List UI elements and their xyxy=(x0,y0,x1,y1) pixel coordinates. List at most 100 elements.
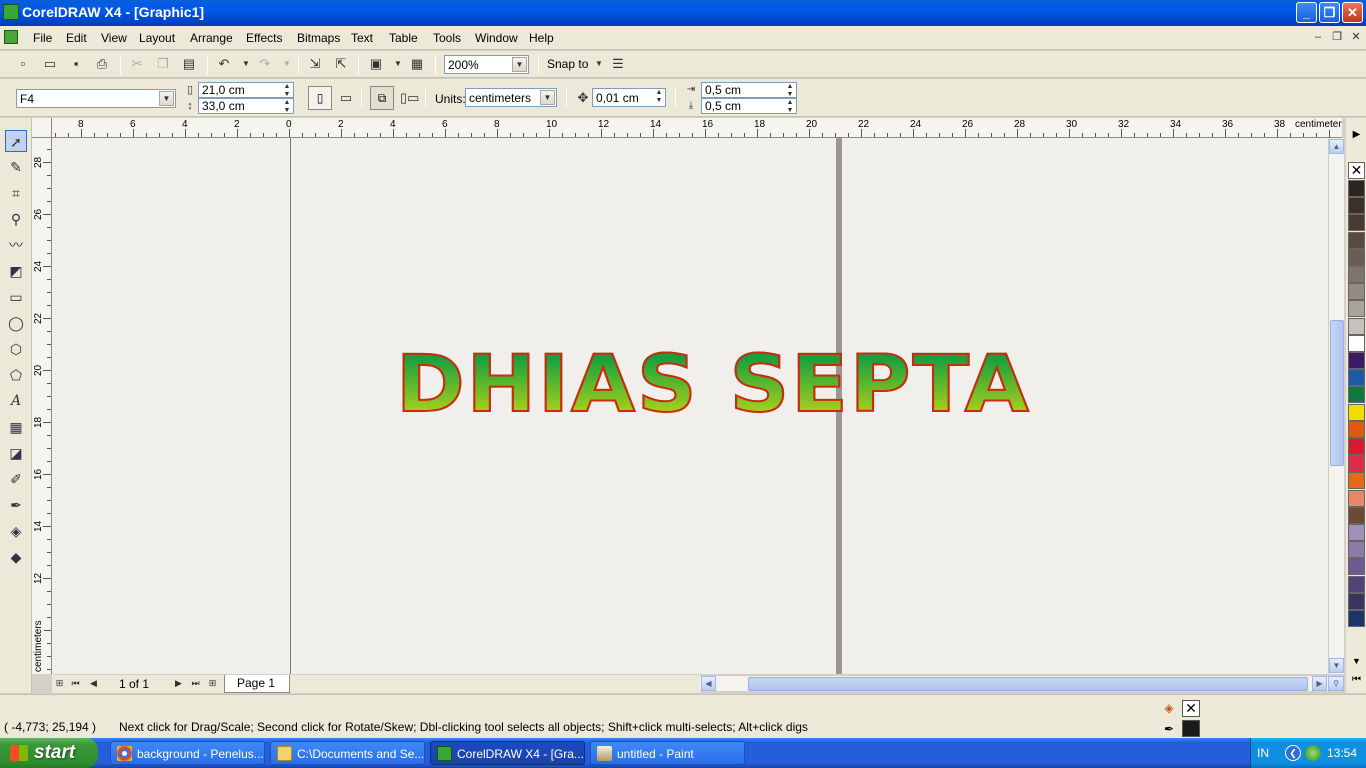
start-button[interactable]: start xyxy=(0,738,98,768)
color-swatch[interactable] xyxy=(1348,386,1365,404)
fill-tool-icon[interactable]: ◈ xyxy=(5,520,27,542)
drawing-canvas[interactable]: DHIAS SEPTA xyxy=(52,138,1328,674)
color-swatch[interactable] xyxy=(1348,197,1365,215)
welcome-screen-icon[interactable]: ▦ xyxy=(409,56,425,72)
color-swatch[interactable] xyxy=(1348,489,1365,507)
first-page-icon[interactable]: ⏮ xyxy=(69,677,82,690)
menu-text[interactable]: Text xyxy=(351,31,373,45)
scroll-up-icon[interactable]: ▲ xyxy=(1329,139,1344,154)
show-hidden-icons-icon[interactable]: ❮ xyxy=(1285,745,1301,761)
smart-fill-tool-icon[interactable]: ◩ xyxy=(5,260,27,282)
horizontal-ruler[interactable]: 8 6 4 2 0 2 4 6 8 10 12 14 16 18 20 22 24 26 28 30 32 34 36 38 c… xyxy=(52,118,1342,138)
dup-y-spin-icon[interactable]: ▲ ▼ xyxy=(785,99,795,113)
color-swatch[interactable] xyxy=(1348,180,1365,197)
palette-scroll-up-icon[interactable]: ▶ xyxy=(1348,126,1365,143)
menu-bitmaps[interactable]: Bitmaps xyxy=(297,31,340,45)
vertical-ruler[interactable]: 28262422201816141210centimeters xyxy=(32,138,52,674)
menu-window[interactable]: Window xyxy=(475,31,518,45)
task-chrome[interactable]: background - Penelus... xyxy=(110,741,265,765)
fill-none-swatch[interactable]: ✕ xyxy=(1182,700,1200,717)
snap-to-label[interactable]: Snap to xyxy=(547,57,588,71)
polygon-tool-icon[interactable]: ⬡ xyxy=(5,338,27,360)
zoom-tool-icon[interactable]: ⚲ xyxy=(5,208,27,230)
page-height-input[interactable]: 33,0 cm ▲ ▼ xyxy=(198,98,294,114)
page-tab[interactable]: Page 1 xyxy=(224,675,291,693)
add-page-before-icon[interactable]: ⊞ xyxy=(53,677,66,690)
close-button[interactable]: ✕ xyxy=(1342,2,1363,23)
menu-arrange[interactable]: Arrange xyxy=(190,31,233,45)
doc-close-button[interactable]: ✕ xyxy=(1349,30,1363,44)
paper-type-combo[interactable]: F4 ▼ xyxy=(16,89,176,108)
last-page-icon[interactable]: ⏭ xyxy=(189,677,202,690)
snap-dropdown-icon[interactable]: ▼ xyxy=(591,56,607,72)
menu-effects[interactable]: Effects xyxy=(246,31,282,45)
chevron-down-icon[interactable]: ▼ xyxy=(512,57,527,72)
menu-layout[interactable]: Layout xyxy=(139,31,175,45)
clock[interactable]: 13:54 xyxy=(1327,746,1357,760)
table-tool-icon[interactable]: ▦ xyxy=(5,416,27,438)
horizontal-scrollbar[interactable]: ◀ ▶ xyxy=(700,675,1328,691)
color-swatch[interactable] xyxy=(1348,352,1365,369)
color-swatch[interactable] xyxy=(1348,317,1365,335)
current-page-button[interactable]: ▯▭ xyxy=(400,90,419,106)
color-swatch[interactable] xyxy=(1348,300,1365,318)
color-swatch[interactable] xyxy=(1348,266,1365,283)
paste-icon[interactable]: ▤ xyxy=(181,56,197,72)
palette-scroll-down-icon[interactable]: ▼ xyxy=(1348,656,1365,670)
import-icon[interactable]: ⇲ xyxy=(307,56,323,72)
vertical-scrollbar[interactable]: ▲ ▼ xyxy=(1328,138,1344,674)
height-spin-icon[interactable]: ▲ ▼ xyxy=(282,99,292,113)
redo-icon[interactable]: ↷ xyxy=(257,56,273,72)
color-swatch[interactable] xyxy=(1348,231,1365,249)
doc-minimize-button[interactable]: – xyxy=(1311,30,1325,44)
color-swatch[interactable] xyxy=(1348,438,1365,455)
nudge-spin-icon[interactable]: ▲ ▼ xyxy=(654,89,664,106)
navigator-zoom-icon[interactable]: ⚲ xyxy=(1328,676,1344,691)
menu-edit[interactable]: Edit xyxy=(66,31,87,45)
shape-tool-icon[interactable]: ✎ xyxy=(5,156,27,178)
freehand-tool-icon[interactable]: 〰 xyxy=(5,234,27,256)
maximize-button[interactable]: ❐ xyxy=(1319,2,1340,23)
add-page-after-icon[interactable]: ⊞ xyxy=(206,677,219,690)
page-width-input[interactable]: 21,0 cm ▲ ▼ xyxy=(198,82,294,98)
outline-tool-icon[interactable]: ✒ xyxy=(5,494,27,516)
color-swatch[interactable] xyxy=(1348,403,1365,421)
new-icon[interactable]: ▫ xyxy=(15,56,31,72)
undo-icon[interactable]: ↶ xyxy=(216,56,232,72)
interactive-blend-tool-icon[interactable]: ◪ xyxy=(5,442,27,464)
color-swatch[interactable] xyxy=(1348,524,1365,541)
basic-shapes-tool-icon[interactable]: ⬠ xyxy=(5,364,27,386)
color-swatch[interactable] xyxy=(1348,472,1365,490)
vertical-scroll-thumb[interactable] xyxy=(1330,320,1344,466)
color-swatch[interactable] xyxy=(1348,506,1365,524)
rectangle-tool-icon[interactable]: ▭ xyxy=(5,286,27,308)
no-color-swatch[interactable]: ✕ xyxy=(1348,162,1365,179)
scroll-right-icon[interactable]: ▶ xyxy=(1312,676,1327,691)
color-swatch[interactable] xyxy=(1348,592,1365,610)
duplicate-x-input[interactable]: 0,5 cm ▲ ▼ xyxy=(701,82,797,98)
duplicate-y-input[interactable]: 0,5 cm ▲ ▼ xyxy=(701,98,797,114)
menu-file[interactable]: File xyxy=(33,31,52,45)
all-pages-button[interactable]: ⧉ xyxy=(370,86,394,110)
document-icon[interactable] xyxy=(4,30,18,44)
task-paint[interactable]: untitled - Paint xyxy=(590,741,745,765)
scroll-left-icon[interactable]: ◀ xyxy=(701,676,716,691)
dup-x-spin-icon[interactable]: ▲ ▼ xyxy=(785,83,795,97)
print-icon[interactable]: ⎙ xyxy=(94,56,110,72)
menu-help[interactable]: Help xyxy=(529,31,554,45)
color-swatch[interactable] xyxy=(1348,541,1365,559)
undo-dropdown-icon[interactable]: ▼ xyxy=(238,56,254,72)
color-swatch[interactable] xyxy=(1348,334,1365,352)
color-swatch[interactable] xyxy=(1348,248,1365,266)
redo-dropdown-icon[interactable]: ▼ xyxy=(279,56,295,72)
open-icon[interactable]: ▭ xyxy=(42,56,58,72)
copy-icon[interactable]: ❐ xyxy=(155,56,171,72)
color-swatch[interactable] xyxy=(1348,558,1365,576)
task-coreldraw[interactable]: CorelDRAW X4 - [Gra... xyxy=(430,741,585,765)
previous-page-icon[interactable]: ◀ xyxy=(87,677,100,690)
crop-tool-icon[interactable]: ⌗ xyxy=(5,182,27,204)
network-icon[interactable] xyxy=(1305,745,1321,761)
doc-restore-button[interactable]: ❐ xyxy=(1330,30,1344,44)
ruler-origin-corner[interactable] xyxy=(32,118,52,138)
pick-tool-icon[interactable]: ➚ xyxy=(5,130,27,152)
